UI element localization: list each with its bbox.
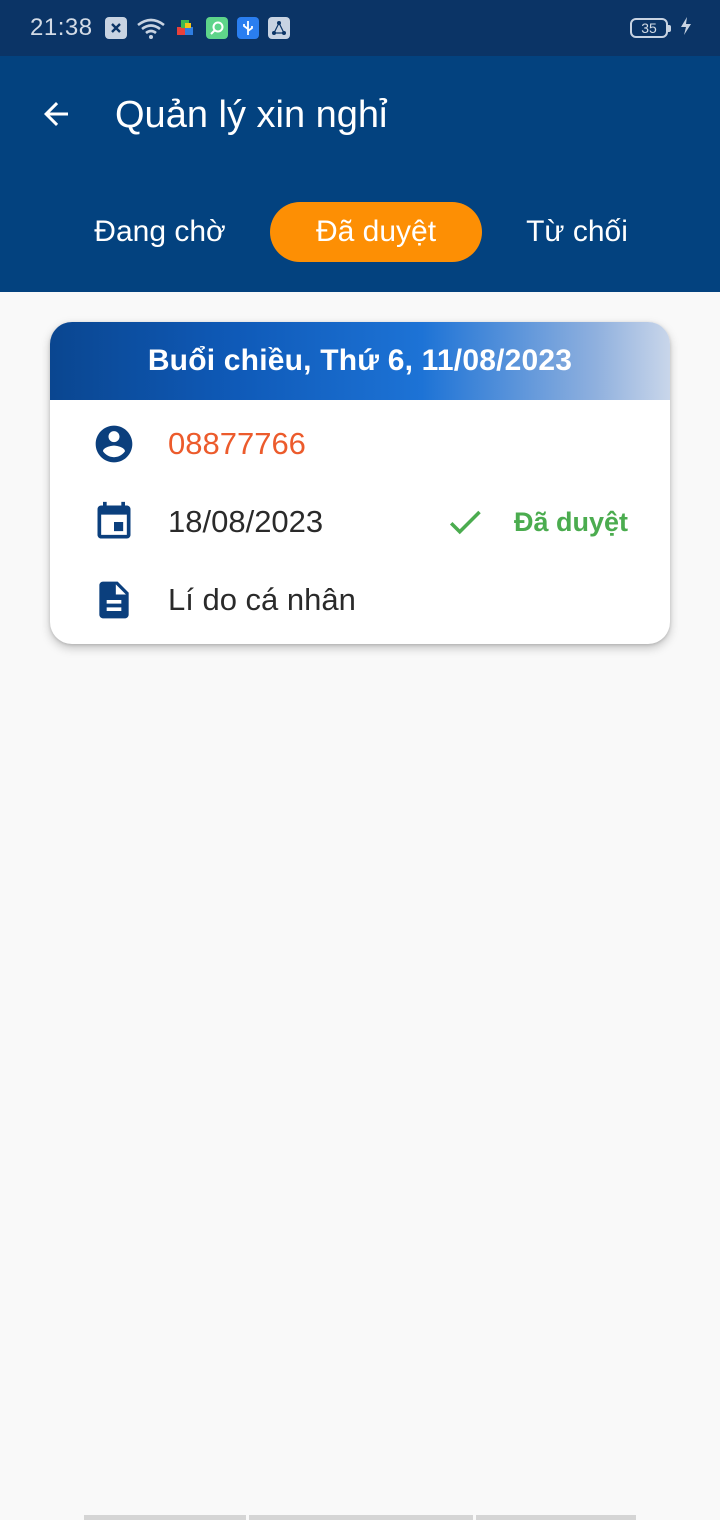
- status-label: Đã duyệt: [513, 506, 628, 537]
- leave-reason: Lí do cá nhân: [168, 582, 356, 617]
- nav-segment: [249, 1515, 473, 1520]
- date-row: 18/08/2023 Đã duyệt: [50, 492, 670, 552]
- page-title: Quản lý xin nghỉ: [115, 94, 388, 136]
- screen: 21:38 35 Quản lý xin nghỉ Đang chờ Đã du…: [0, 0, 720, 1520]
- leave-request-card[interactable]: Buổi chiều, Thứ 6, 11/08/2023 08877766 1…: [50, 322, 670, 644]
- tab-pending[interactable]: Đang chờ: [60, 202, 260, 262]
- gesture-nav-bar: [84, 1515, 636, 1520]
- account-circle-icon: [92, 422, 136, 466]
- status-right: 35: [630, 16, 692, 40]
- request-session-date: Buổi chiều, Thứ 6, 11/08/2023: [147, 344, 573, 377]
- nav-segment: [476, 1515, 636, 1520]
- link-icon: [205, 17, 228, 39]
- wifi-icon: [136, 17, 166, 39]
- charging-icon: [680, 16, 692, 40]
- status-tabs: Đang chờ Đã duyệt Từ chối: [0, 202, 720, 262]
- tab-rejected[interactable]: Từ chối: [490, 202, 664, 262]
- close-box-icon: [104, 17, 127, 39]
- employee-id: 08877766: [168, 426, 306, 461]
- puzzle-icon: [175, 17, 197, 39]
- status-time: 21:38: [30, 14, 93, 41]
- usb-icon: [236, 17, 259, 39]
- description-icon: [92, 578, 136, 622]
- status-icons: [104, 17, 290, 39]
- calendar-icon: [92, 500, 136, 544]
- app-bar: Quản lý xin nghỉ Đang chờ Đã duyệt Từ ch…: [0, 56, 720, 292]
- status-bar: 21:38 35: [0, 0, 720, 56]
- employee-row: 08877766: [50, 414, 670, 474]
- approval-status: Đã duyệt: [444, 501, 628, 543]
- battery-indicator: 35: [630, 18, 671, 38]
- tab-approved[interactable]: Đã duyệt: [270, 202, 482, 262]
- back-button[interactable]: [34, 92, 78, 136]
- card-header: Buổi chiều, Thứ 6, 11/08/2023: [50, 322, 670, 400]
- arrow-back-icon: [44, 102, 68, 126]
- check-icon: [449, 510, 481, 535]
- leave-date: 18/08/2023: [168, 504, 324, 539]
- share-icon: [267, 17, 290, 39]
- reason-row: Lí do cá nhân: [50, 570, 670, 630]
- nav-segment: [84, 1515, 246, 1520]
